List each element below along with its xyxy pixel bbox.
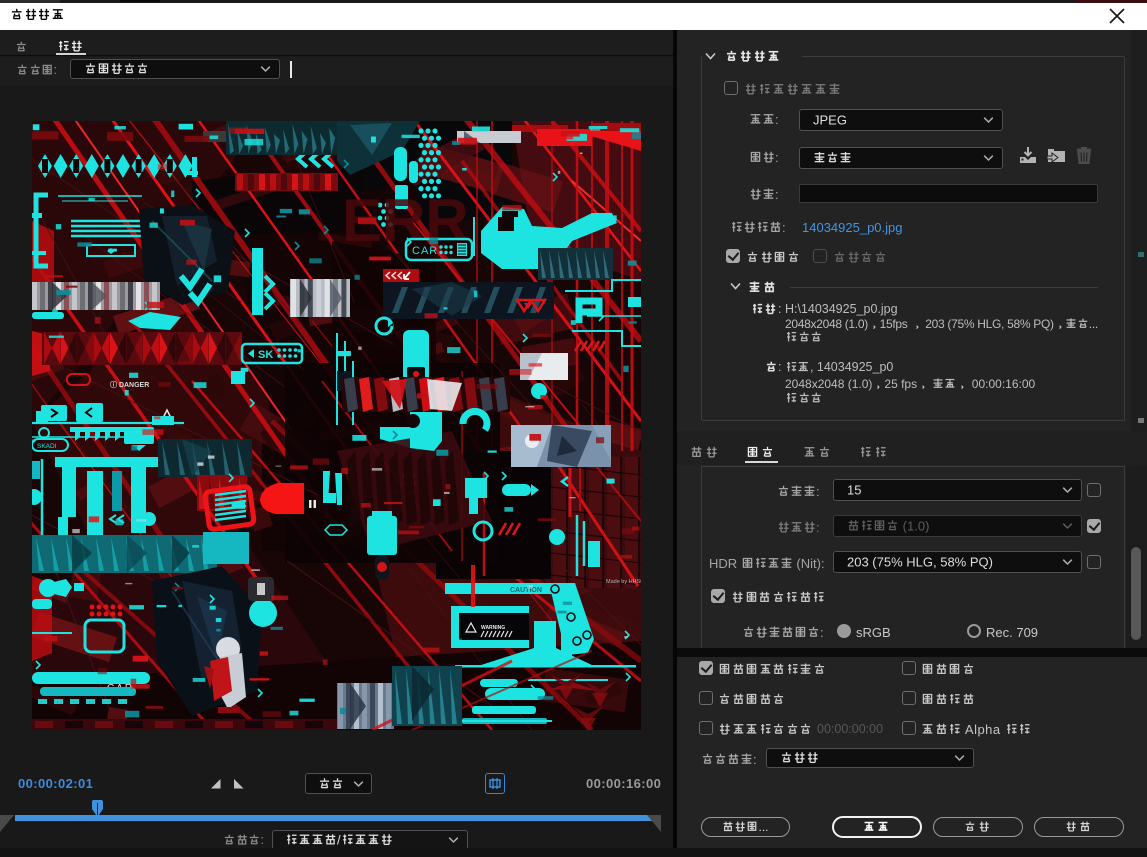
svg-text:CAUTION: CAUTION (510, 587, 542, 594)
svg-text:SK: SK (258, 349, 273, 361)
svg-text:Made by HHS60: Made by HHS60 (606, 579, 641, 585)
svg-text:SKADI: SKADI (37, 443, 57, 450)
svg-text:WARNING: WARNING (481, 625, 505, 631)
svg-text:CAR: CAR (412, 245, 438, 257)
svg-text:ⓘ DANGER: ⓘ DANGER (110, 380, 149, 389)
